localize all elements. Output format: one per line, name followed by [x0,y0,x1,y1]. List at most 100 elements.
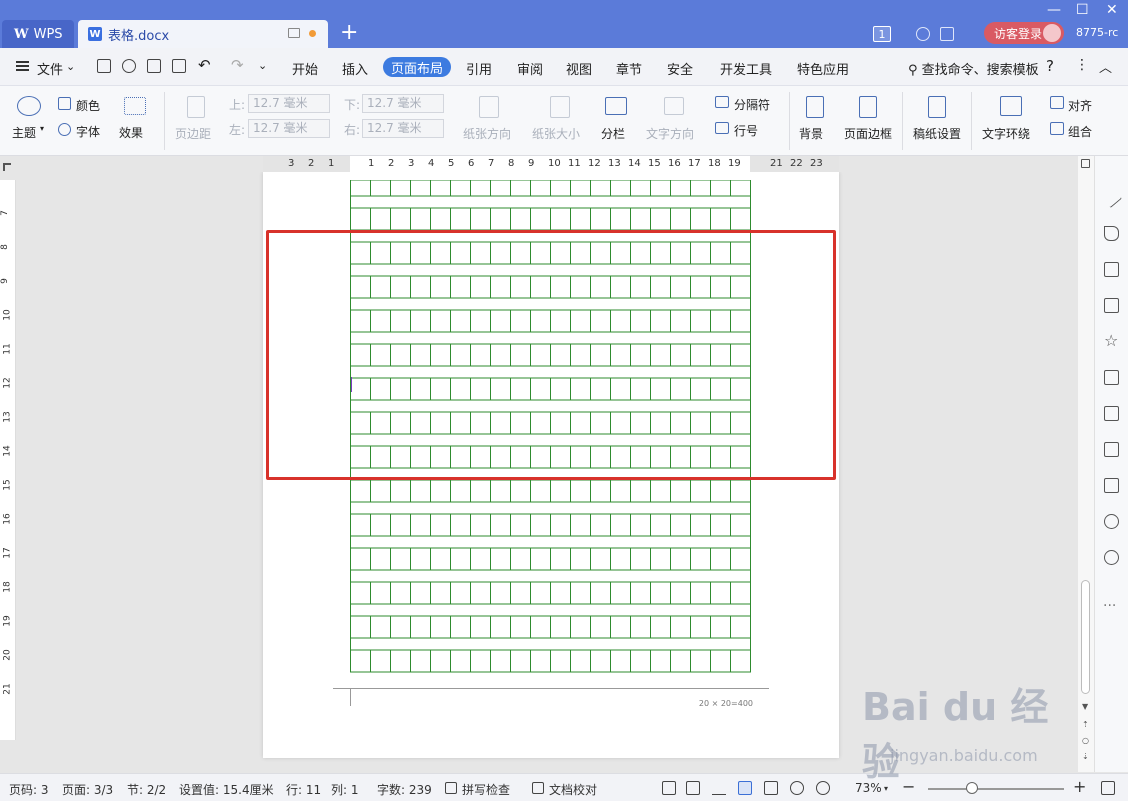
more-horizontal-icon[interactable]: ··· [1103,598,1116,614]
maximize-icon[interactable]: ☐ [1076,2,1089,18]
help-circle-icon[interactable] [1104,550,1119,565]
command-search[interactable]: ⚲ 查找命令、搜索模板 [908,59,1039,78]
status-row[interactable]: 行: 11 [286,781,321,798]
translate-icon[interactable] [1104,406,1119,421]
margin-button[interactable]: 页边距 [175,125,211,142]
proofread-icon [532,782,544,794]
proofread-button[interactable]: 文档校对 [549,781,597,798]
next-page-icon[interactable]: ⇣ [1082,752,1089,761]
columns-button[interactable]: 分栏 [601,125,625,142]
history-icon[interactable] [1104,514,1119,529]
settings-sliders-icon[interactable] [1104,262,1119,277]
paper-size-button[interactable]: 纸张大小 [532,125,580,142]
file-menu[interactable]: 文件 [37,59,63,78]
menu-references[interactable]: 引用 [466,59,492,78]
fullscreen-icon[interactable] [662,781,676,795]
hamburger-icon[interactable] [16,61,29,71]
status-page-number[interactable]: 页码: 3 [9,781,49,798]
print-preview-icon[interactable] [172,59,186,73]
ruler-toggle-icon[interactable] [1081,159,1090,168]
prev-page-icon[interactable]: ⇡ [1082,720,1089,729]
right-margin-input[interactable]: 12.7 毫米 [362,119,444,138]
line-numbers-button[interactable]: 行号 [734,122,758,139]
outline-view-icon[interactable] [764,781,778,795]
menu-insert[interactable]: 插入 [342,59,368,78]
read-mode-icon[interactable] [686,781,700,795]
text-wrap-button[interactable]: 文字环绕 [982,125,1030,142]
menu-developer[interactable]: 开发工具 [720,59,772,78]
zoom-slider[interactable] [928,782,1064,794]
menu-start[interactable]: 开始 [292,59,318,78]
status-section[interactable]: 节: 2/2 [127,781,166,798]
menu-special-apps[interactable]: 特色应用 [797,59,849,78]
quick-access-more-icon[interactable]: ⌄ [258,59,267,72]
save-icon[interactable] [97,59,111,73]
scroll-down-icon[interactable]: ▼ [1082,702,1088,711]
left-margin-input[interactable]: 12.7 毫米 [248,119,330,138]
archive-icon[interactable] [1104,442,1119,457]
menu-page-layout[interactable]: 页面布局 [383,57,451,77]
write-mode-icon[interactable] [712,781,726,795]
skin-icon[interactable] [916,27,930,41]
share-icon[interactable] [1104,370,1119,385]
help-icon[interactable]: ? [1046,57,1054,75]
background-button[interactable]: 背景 [799,125,823,142]
minimize-icon[interactable]: — [1047,2,1061,18]
vertical-scrollbar[interactable]: ▼ ⇡ ○ ⇣ [1078,156,1094,772]
undo-icon[interactable]: ↶ [198,56,211,74]
add-tab-button[interactable]: + [340,22,358,44]
tab-stop-icon[interactable] [3,163,11,171]
spell-check-button[interactable]: 拼写检查 [462,781,510,798]
gallery-icon[interactable] [1104,298,1119,313]
print-icon[interactable] [147,59,161,73]
page-border-button[interactable]: 页面边框 [844,125,892,142]
theme-button[interactable]: 主题 [12,124,36,141]
fit-window-icon[interactable] [1101,781,1115,795]
group-button[interactable]: 组合 [1068,123,1092,140]
eye-protection-icon[interactable] [816,781,830,795]
theme-palette-icon[interactable] [17,96,41,116]
status-pages[interactable]: 页面: 3/3 [62,781,113,798]
menu-view[interactable]: 视图 [566,59,592,78]
star-icon[interactable]: ☆ [1104,333,1119,349]
zoom-in-button[interactable]: + [1073,777,1086,796]
grid-paper-button[interactable]: 稿纸设置 [913,125,961,142]
image-icon[interactable] [1104,478,1119,493]
status-column[interactable]: 列: 1 [331,781,359,798]
shirt-icon[interactable] [940,27,954,41]
web-view-icon[interactable] [790,781,804,795]
guest-login-button[interactable]: 访客登录 [984,22,1064,44]
align-button[interactable]: 对齐 [1068,97,1092,114]
color-button[interactable]: 颜色 [76,97,100,114]
vertical-ruler[interactable]: 7 8 9 10 11 12 13 14 15 16 17 18 19 20 21 [0,180,16,740]
status-setting-value[interactable]: 设置值: 15.4厘米 [179,781,274,798]
menu-review[interactable]: 审阅 [517,59,543,78]
status-word-count[interactable]: 字数: 239 [377,781,432,798]
effect-button[interactable]: 效果 [119,124,143,141]
window-count-badge[interactable]: 1 [873,26,891,42]
collapse-ribbon-icon[interactable]: ︿ [1099,57,1112,76]
theme-dropdown-icon[interactable]: ▾ [40,124,44,133]
breaks-button[interactable]: 分隔符 [734,96,770,113]
page-view-icon[interactable] [738,781,752,795]
select-cursor-icon[interactable] [1104,226,1119,241]
text-direction-button[interactable]: 文字方向 [646,125,694,142]
wps-home-tab[interactable]: W WPS [2,20,74,48]
more-vertical-icon[interactable]: ⋮ [1075,57,1089,73]
scrollbar-thumb[interactable] [1081,580,1090,694]
window-mode-icon[interactable] [288,28,300,38]
top-margin-input[interactable]: 12.7 毫米 [248,94,330,113]
horizontal-ruler[interactable]: 3 2 1 1 2 3 4 5 6 7 8 9 10 11 12 13 14 15 16 17 18 19 21 22 23 [263,156,839,172]
orientation-button[interactable]: 纸张方向 [463,125,511,142]
menu-security[interactable]: 安全 [667,59,693,78]
document-tab[interactable]: W 表格.docx [78,20,328,48]
menu-chapter[interactable]: 章节 [616,59,642,78]
redo-icon[interactable]: ↷ [231,56,244,74]
pen-icon[interactable] [1100,186,1123,209]
close-icon[interactable]: ✕ [1106,2,1118,18]
format-painter-icon[interactable] [122,59,136,73]
file-chevron-down-icon[interactable]: ⌄ [66,60,75,73]
font-button[interactable]: 字体 [76,123,100,140]
bottom-margin-input[interactable]: 12.7 毫米 [362,94,444,113]
browse-object-icon[interactable]: ○ [1082,736,1089,745]
